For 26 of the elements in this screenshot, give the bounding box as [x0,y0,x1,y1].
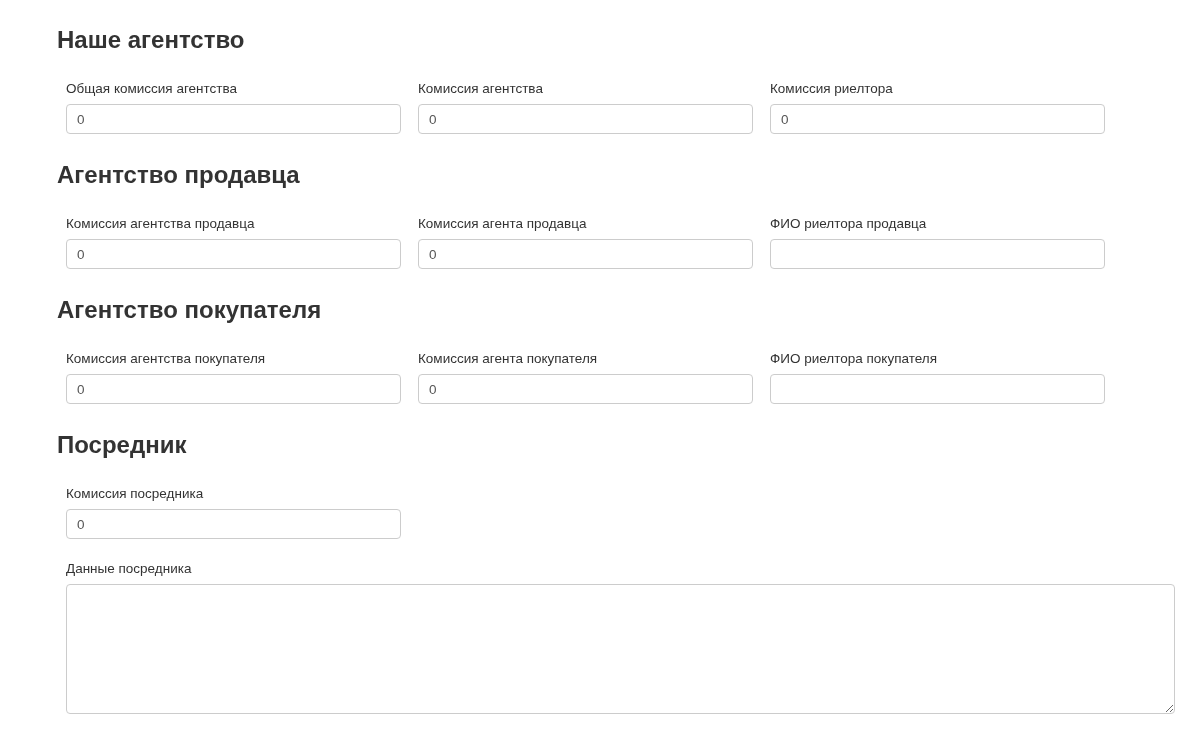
input-field[interactable]: 0 [66,239,401,269]
input-field[interactable]: 0 [66,374,401,404]
input-field[interactable]: 0 [418,374,753,404]
field-label: Комиссия агента покупателя [418,351,599,367]
text-area[interactable] [66,584,1175,714]
input-field[interactable]: 0 [418,239,753,269]
input-field[interactable]: 0 [66,509,401,539]
field-label: Комиссия агентства покупателя [66,351,267,367]
section-heading: Агентство продавца [57,162,301,188]
field-label: Комиссия агентства продавца [66,216,256,232]
field-label: ФИО риелтора продавца [770,216,928,232]
input-field[interactable]: 0 [66,104,401,134]
input-field[interactable] [770,239,1105,269]
input-field[interactable]: 0 [418,104,753,134]
section-heading: Наше агентство [57,27,246,53]
section-heading: Посредник [57,432,188,458]
field-label: Комиссия посредника [66,486,205,502]
field-label: Комиссия риелтора [770,81,894,97]
field-label: ФИО риелтора покупателя [770,351,938,367]
section-heading: Агентство покупателя [57,297,323,323]
field-label: Комиссия агента продавца [418,216,588,232]
field-label: Комиссия агентства [418,81,544,97]
input-field[interactable]: 0 [770,104,1105,134]
field-label: Данные посредника [66,561,193,577]
field-label: Общая комиссия агентства [66,81,238,97]
input-field[interactable] [770,374,1105,404]
